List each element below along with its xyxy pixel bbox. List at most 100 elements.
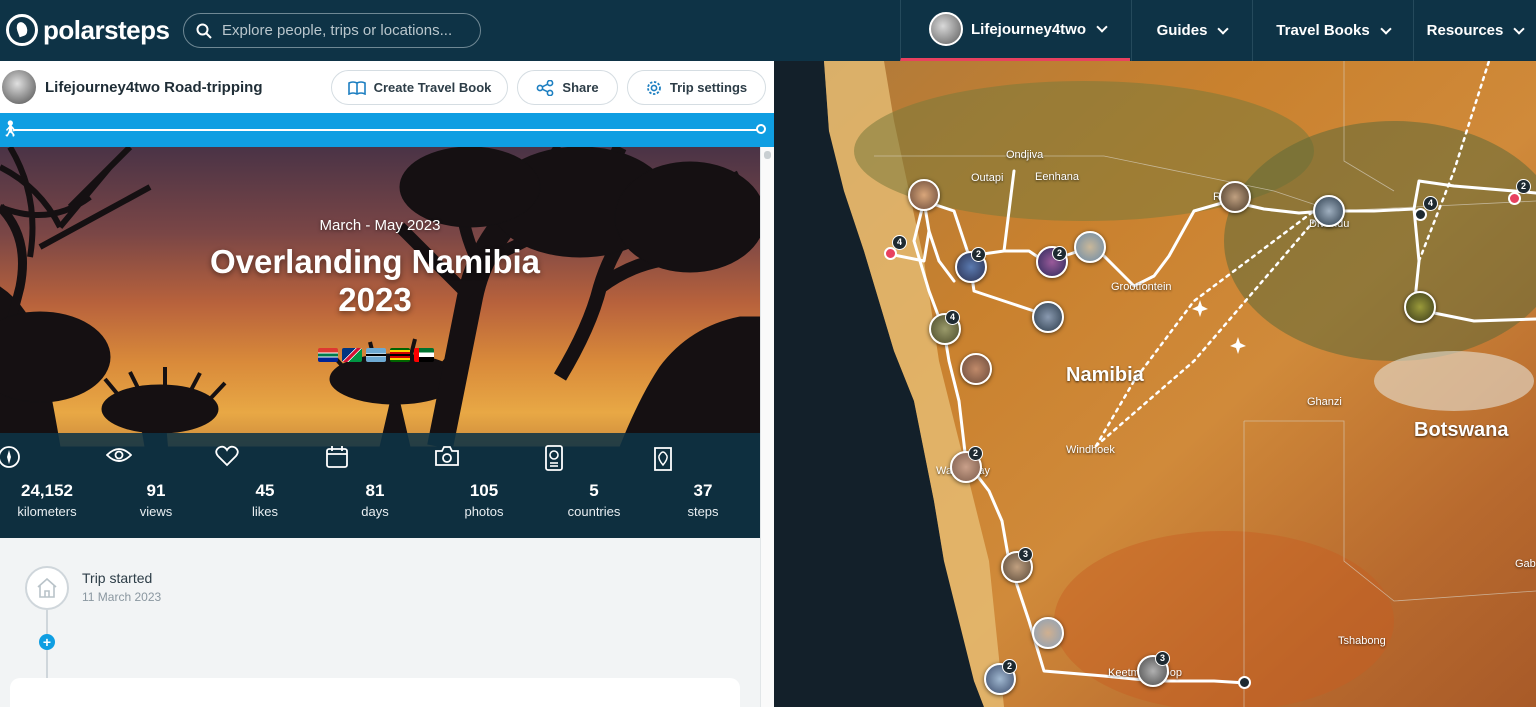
eye-icon [106, 448, 132, 462]
step-card[interactable] [10, 678, 740, 707]
trip-map[interactable]: Ondjiva Outapi Eenhana Grootfontein Wind… [774, 61, 1536, 707]
add-step-button[interactable]: + [39, 634, 55, 650]
timeline-track [14, 129, 759, 131]
timeline-end-handle[interactable] [756, 124, 766, 134]
scrollbar-thumb[interactable] [764, 151, 771, 159]
nav-travel-books[interactable]: Travel Books [1252, 0, 1413, 61]
chevron-down-icon [1096, 21, 1108, 33]
step-count-badge: 4 [892, 235, 907, 250]
stat-days: 81 days [325, 445, 425, 519]
step-count-badge: 4 [1423, 196, 1438, 211]
country-label-namibia: Namibia [1066, 364, 1144, 386]
flag-uae-icon [414, 348, 434, 362]
trip-header: Lifejourney4two Road-tripping Create Tra… [0, 61, 774, 113]
map-terrain [774, 61, 1536, 707]
nav-resources[interactable]: Resources [1413, 0, 1536, 61]
home-icon [37, 578, 57, 598]
place-label-ghanzi: Ghanzi [1307, 396, 1342, 408]
search-box[interactable] [183, 13, 481, 48]
trip-start-marker [25, 566, 69, 610]
nav-guides-label: Guides [1156, 22, 1208, 39]
owner-avatar[interactable] [2, 70, 36, 104]
nav-resources-label: Resources [1426, 22, 1504, 39]
create-travel-book-button[interactable]: Create Travel Book [331, 70, 508, 105]
stat-steps-label: steps [687, 504, 719, 519]
stat-views: 91 views [106, 445, 206, 519]
share-button[interactable]: Share [517, 70, 618, 105]
step-marker[interactable] [1032, 617, 1064, 649]
country-label-botswana: Botswana [1414, 419, 1509, 441]
trip-settings-button[interactable]: Trip settings [627, 70, 766, 105]
trip-stats: 24,152 kilometers 91 views 45 likes 81 d… [0, 433, 760, 538]
trip-dates: March - May 2023 [319, 217, 441, 234]
gear-icon [646, 80, 661, 95]
trip-panel: Lifejourney4two Road-tripping Create Tra… [0, 61, 774, 707]
stat-likes-value: 45 [255, 481, 275, 500]
stat-countries-value: 5 [589, 481, 599, 500]
stat-countries-label: countries [567, 504, 621, 519]
place-label-ondjiva: Ondjiva [1006, 149, 1044, 161]
user-avatar [929, 12, 963, 46]
place-label-tshabong: Tshabong [1338, 635, 1386, 647]
trip-steps-timeline: Trip started 11 March 2023 + [0, 538, 760, 707]
camera-icon [435, 446, 459, 466]
step-marker[interactable] [1404, 291, 1436, 323]
step-count-badge: 2 [1052, 246, 1067, 261]
calendar-icon [326, 446, 348, 468]
step-marker[interactable] [1313, 195, 1345, 227]
walker-icon: 🚶︎ [0, 121, 21, 138]
create-travel-book-label: Create Travel Book [373, 80, 492, 95]
share-label: Share [562, 80, 599, 95]
trip-cover: March - May 2023 Overlanding Namibia 202… [0, 147, 760, 538]
flag-zimbabwe-icon [390, 348, 410, 362]
logo-text: polarsteps [43, 14, 170, 45]
heart-icon [215, 445, 239, 467]
chevron-down-icon [1217, 22, 1230, 35]
step-marker-dot[interactable] [1414, 208, 1427, 221]
search-icon [196, 23, 212, 39]
step-count-badge: 3 [1155, 651, 1170, 666]
chevron-down-icon [1513, 22, 1526, 35]
step-marker-dot[interactable] [1508, 192, 1521, 205]
chevron-down-icon [1380, 22, 1392, 35]
step-count-badge: 4 [945, 310, 960, 325]
polarsteps-logo[interactable]: polarsteps [6, 14, 170, 46]
stat-kilometers-value: 24,152 [21, 481, 73, 500]
nav-user-label: Lifejourney4two [971, 20, 1087, 38]
stat-views-value: 91 [146, 481, 166, 500]
stat-likes-label: likes [251, 504, 278, 519]
stat-countries: 5 countries [544, 445, 644, 519]
trip-title: Overlanding Namibia 2023 [209, 243, 541, 318]
top-navigation: polarsteps Lifejourney4two Guides Travel… [0, 0, 1536, 61]
stat-photos-label: photos [464, 504, 504, 519]
stat-kilometers-label: kilometers [17, 504, 77, 519]
step-marker[interactable] [960, 353, 992, 385]
compass-icon [0, 446, 20, 468]
nav-guides[interactable]: Guides [1131, 0, 1252, 61]
trip-timeline-bar[interactable]: 🚶︎ [0, 113, 774, 147]
flag-namibia-icon [342, 348, 362, 362]
trip-owner-name[interactable]: Lifejourney4two Road-tripping [45, 79, 263, 96]
stat-likes: 45 likes [215, 445, 315, 519]
place-label-eenhana: Eenhana [1035, 171, 1080, 183]
step-marker[interactable] [1074, 231, 1106, 263]
stat-kilometers: 24,152 kilometers [0, 445, 97, 519]
step-count-badge: 2 [971, 247, 986, 262]
panel-scrollbar[interactable] [760, 147, 774, 707]
step-count-badge: 2 [1516, 179, 1531, 194]
step-marker-dot[interactable] [1238, 676, 1251, 689]
nav-travel-books-label: Travel Books [1276, 22, 1370, 39]
nav-user-menu[interactable]: Lifejourney4two [900, 0, 1130, 61]
step-marker[interactable] [1219, 181, 1251, 213]
logo-icon [6, 14, 38, 46]
stat-views-label: views [139, 504, 173, 519]
trip-started-title: Trip started [82, 570, 153, 586]
search-input[interactable] [222, 22, 472, 39]
stat-steps: 37 steps [653, 445, 753, 519]
stat-photos: 105 photos [434, 445, 534, 519]
place-label-gab: Gab [1515, 558, 1536, 570]
step-marker[interactable] [908, 179, 940, 211]
stat-steps-value: 37 [693, 481, 713, 500]
step-marker[interactable] [1032, 301, 1064, 333]
share-icon [537, 79, 554, 96]
